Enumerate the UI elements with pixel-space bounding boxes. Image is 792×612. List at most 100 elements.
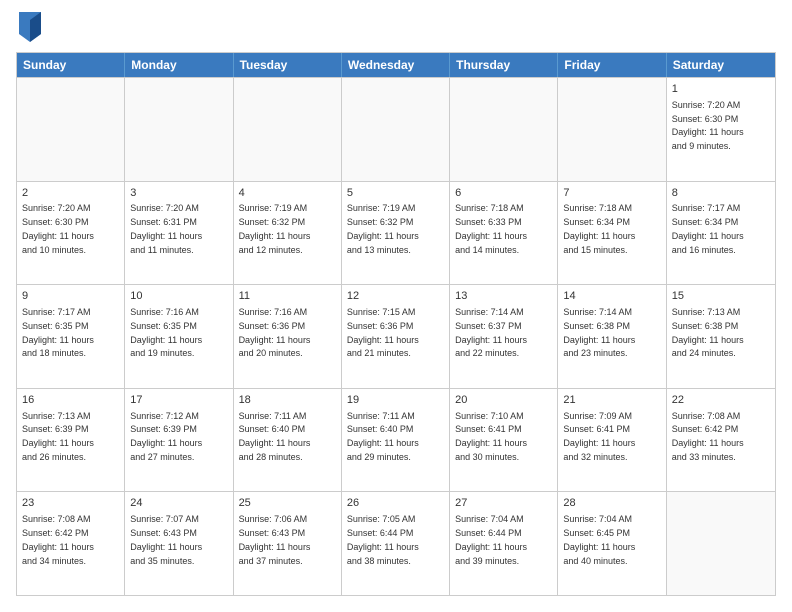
cell-date: 3	[130, 186, 227, 201]
cell-info: Sunrise: 7:11 AM Sunset: 6:40 PM Dayligh…	[347, 411, 419, 462]
header-day-monday: Monday	[125, 53, 233, 77]
cell-date: 15	[672, 289, 770, 304]
cell-info: Sunrise: 7:20 AM Sunset: 6:30 PM Dayligh…	[22, 203, 94, 254]
calendar-cell: 17 Sunrise: 7:12 AM Sunset: 6:39 PM Dayli…	[125, 389, 233, 492]
calendar-cell: 20 Sunrise: 7:10 AM Sunset: 6:41 PM Dayli…	[450, 389, 558, 492]
calendar-cell: 16 Sunrise: 7:13 AM Sunset: 6:39 PM Dayli…	[17, 389, 125, 492]
cell-date: 19	[347, 393, 444, 408]
cell-info: Sunrise: 7:14 AM Sunset: 6:37 PM Dayligh…	[455, 307, 527, 358]
calendar-cell: 24 Sunrise: 7:07 AM Sunset: 6:43 PM Dayli…	[125, 492, 233, 595]
cell-date: 12	[347, 289, 444, 304]
cell-info: Sunrise: 7:14 AM Sunset: 6:38 PM Dayligh…	[563, 307, 635, 358]
header-day-wednesday: Wednesday	[342, 53, 450, 77]
cell-date: 26	[347, 496, 444, 511]
cell-date: 10	[130, 289, 227, 304]
header-day-tuesday: Tuesday	[234, 53, 342, 77]
cell-date: 9	[22, 289, 119, 304]
cell-date: 16	[22, 393, 119, 408]
calendar-cell: 10 Sunrise: 7:16 AM Sunset: 6:35 PM Dayli…	[125, 285, 233, 388]
cell-date: 17	[130, 393, 227, 408]
cell-info: Sunrise: 7:15 AM Sunset: 6:36 PM Dayligh…	[347, 307, 419, 358]
calendar-cell: 5Sunrise: 7:19 AM Sunset: 6:32 PM Daylig…	[342, 182, 450, 285]
header-day-thursday: Thursday	[450, 53, 558, 77]
cell-info: Sunrise: 7:19 AM Sunset: 6:32 PM Dayligh…	[347, 203, 419, 254]
cell-info: Sunrise: 7:04 AM Sunset: 6:44 PM Dayligh…	[455, 514, 527, 565]
header-day-friday: Friday	[558, 53, 666, 77]
cell-date: 28	[563, 496, 660, 511]
calendar-cell: 3 Sunrise: 7:20 AM Sunset: 6:31 PM Daylig…	[125, 182, 233, 285]
header-day-sunday: Sunday	[17, 53, 125, 77]
cell-info: Sunrise: 7:13 AM Sunset: 6:39 PM Dayligh…	[22, 411, 94, 462]
cell-info: Sunrise: 7:16 AM Sunset: 6:35 PM Dayligh…	[130, 307, 202, 358]
page: SundayMondayTuesdayWednesdayThursdayFrid…	[0, 0, 792, 612]
calendar-cell	[125, 78, 233, 181]
cell-date: 18	[239, 393, 336, 408]
cell-date: 6	[455, 186, 552, 201]
cell-date: 4	[239, 186, 336, 201]
calendar-cell: 27 Sunrise: 7:04 AM Sunset: 6:44 PM Dayli…	[450, 492, 558, 595]
cell-date: 21	[563, 393, 660, 408]
cell-info: Sunrise: 7:20 AM Sunset: 6:31 PM Dayligh…	[130, 203, 202, 254]
cell-date: 1	[672, 82, 770, 97]
cell-date: 11	[239, 289, 336, 304]
cell-date: 23	[22, 496, 119, 511]
cell-info: Sunrise: 7:08 AM Sunset: 6:42 PM Dayligh…	[672, 411, 744, 462]
cell-info: Sunrise: 7:05 AM Sunset: 6:44 PM Dayligh…	[347, 514, 419, 565]
cell-date: 14	[563, 289, 660, 304]
cell-info: Sunrise: 7:13 AM Sunset: 6:38 PM Dayligh…	[672, 307, 744, 358]
cell-info: Sunrise: 7:10 AM Sunset: 6:41 PM Dayligh…	[455, 411, 527, 462]
cell-info: Sunrise: 7:16 AM Sunset: 6:36 PM Dayligh…	[239, 307, 311, 358]
calendar-row-4: 23 Sunrise: 7:08 AM Sunset: 6:42 PM Dayli…	[17, 491, 775, 595]
cell-info: Sunrise: 7:18 AM Sunset: 6:34 PM Dayligh…	[563, 203, 635, 254]
cell-date: 25	[239, 496, 336, 511]
calendar-cell: 9 Sunrise: 7:17 AM Sunset: 6:35 PM Daylig…	[17, 285, 125, 388]
calendar-cell	[667, 492, 775, 595]
calendar-cell: 2 Sunrise: 7:20 AM Sunset: 6:30 PM Daylig…	[17, 182, 125, 285]
calendar-cell: 21 Sunrise: 7:09 AM Sunset: 6:41 PM Dayli…	[558, 389, 666, 492]
calendar-cell	[234, 78, 342, 181]
calendar-cell: 7Sunrise: 7:18 AM Sunset: 6:34 PM Daylig…	[558, 182, 666, 285]
cell-date: 13	[455, 289, 552, 304]
cell-date: 20	[455, 393, 552, 408]
cell-date: 24	[130, 496, 227, 511]
calendar-cell	[558, 78, 666, 181]
calendar-cell: 8Sunrise: 7:17 AM Sunset: 6:34 PM Daylig…	[667, 182, 775, 285]
cell-info: Sunrise: 7:17 AM Sunset: 6:35 PM Dayligh…	[22, 307, 94, 358]
header-day-saturday: Saturday	[667, 53, 775, 77]
cell-date: 2	[22, 186, 119, 201]
calendar-cell: 12 Sunrise: 7:15 AM Sunset: 6:36 PM Dayli…	[342, 285, 450, 388]
cell-info: Sunrise: 7:19 AM Sunset: 6:32 PM Dayligh…	[239, 203, 311, 254]
calendar-header: SundayMondayTuesdayWednesdayThursdayFrid…	[17, 53, 775, 77]
calendar-cell: 15 Sunrise: 7:13 AM Sunset: 6:38 PM Dayli…	[667, 285, 775, 388]
logo-icon	[19, 12, 41, 42]
calendar-cell: 19 Sunrise: 7:11 AM Sunset: 6:40 PM Dayli…	[342, 389, 450, 492]
cell-info: Sunrise: 7:07 AM Sunset: 6:43 PM Dayligh…	[130, 514, 202, 565]
cell-info: Sunrise: 7:20 AM Sunset: 6:30 PM Dayligh…	[672, 100, 744, 151]
cell-info: Sunrise: 7:04 AM Sunset: 6:45 PM Dayligh…	[563, 514, 635, 565]
calendar-row-2: 9 Sunrise: 7:17 AM Sunset: 6:35 PM Daylig…	[17, 284, 775, 388]
calendar-cell: 22 Sunrise: 7:08 AM Sunset: 6:42 PM Dayli…	[667, 389, 775, 492]
cell-info: Sunrise: 7:18 AM Sunset: 6:33 PM Dayligh…	[455, 203, 527, 254]
cell-info: Sunrise: 7:06 AM Sunset: 6:43 PM Dayligh…	[239, 514, 311, 565]
logo	[16, 16, 41, 42]
calendar-row-3: 16 Sunrise: 7:13 AM Sunset: 6:39 PM Dayli…	[17, 388, 775, 492]
calendar-cell	[17, 78, 125, 181]
calendar-cell	[450, 78, 558, 181]
cell-info: Sunrise: 7:08 AM Sunset: 6:42 PM Dayligh…	[22, 514, 94, 565]
cell-date: 27	[455, 496, 552, 511]
calendar-cell: 4 Sunrise: 7:19 AM Sunset: 6:32 PM Daylig…	[234, 182, 342, 285]
calendar-cell: 18 Sunrise: 7:11 AM Sunset: 6:40 PM Dayli…	[234, 389, 342, 492]
calendar-cell: 23 Sunrise: 7:08 AM Sunset: 6:42 PM Dayli…	[17, 492, 125, 595]
calendar-row-0: 1 Sunrise: 7:20 AM Sunset: 6:30 PM Daylig…	[17, 77, 775, 181]
calendar-cell: 28 Sunrise: 7:04 AM Sunset: 6:45 PM Dayli…	[558, 492, 666, 595]
calendar-cell: 6 Sunrise: 7:18 AM Sunset: 6:33 PM Daylig…	[450, 182, 558, 285]
cell-info: Sunrise: 7:12 AM Sunset: 6:39 PM Dayligh…	[130, 411, 202, 462]
cell-date: 8	[672, 186, 770, 201]
calendar-cell: 25 Sunrise: 7:06 AM Sunset: 6:43 PM Dayli…	[234, 492, 342, 595]
calendar-body: 1 Sunrise: 7:20 AM Sunset: 6:30 PM Daylig…	[17, 77, 775, 595]
cell-info: Sunrise: 7:11 AM Sunset: 6:40 PM Dayligh…	[239, 411, 311, 462]
cell-date: 22	[672, 393, 770, 408]
cell-info: Sunrise: 7:09 AM Sunset: 6:41 PM Dayligh…	[563, 411, 635, 462]
calendar-cell: 13 Sunrise: 7:14 AM Sunset: 6:37 PM Dayli…	[450, 285, 558, 388]
calendar-cell: 1 Sunrise: 7:20 AM Sunset: 6:30 PM Daylig…	[667, 78, 775, 181]
